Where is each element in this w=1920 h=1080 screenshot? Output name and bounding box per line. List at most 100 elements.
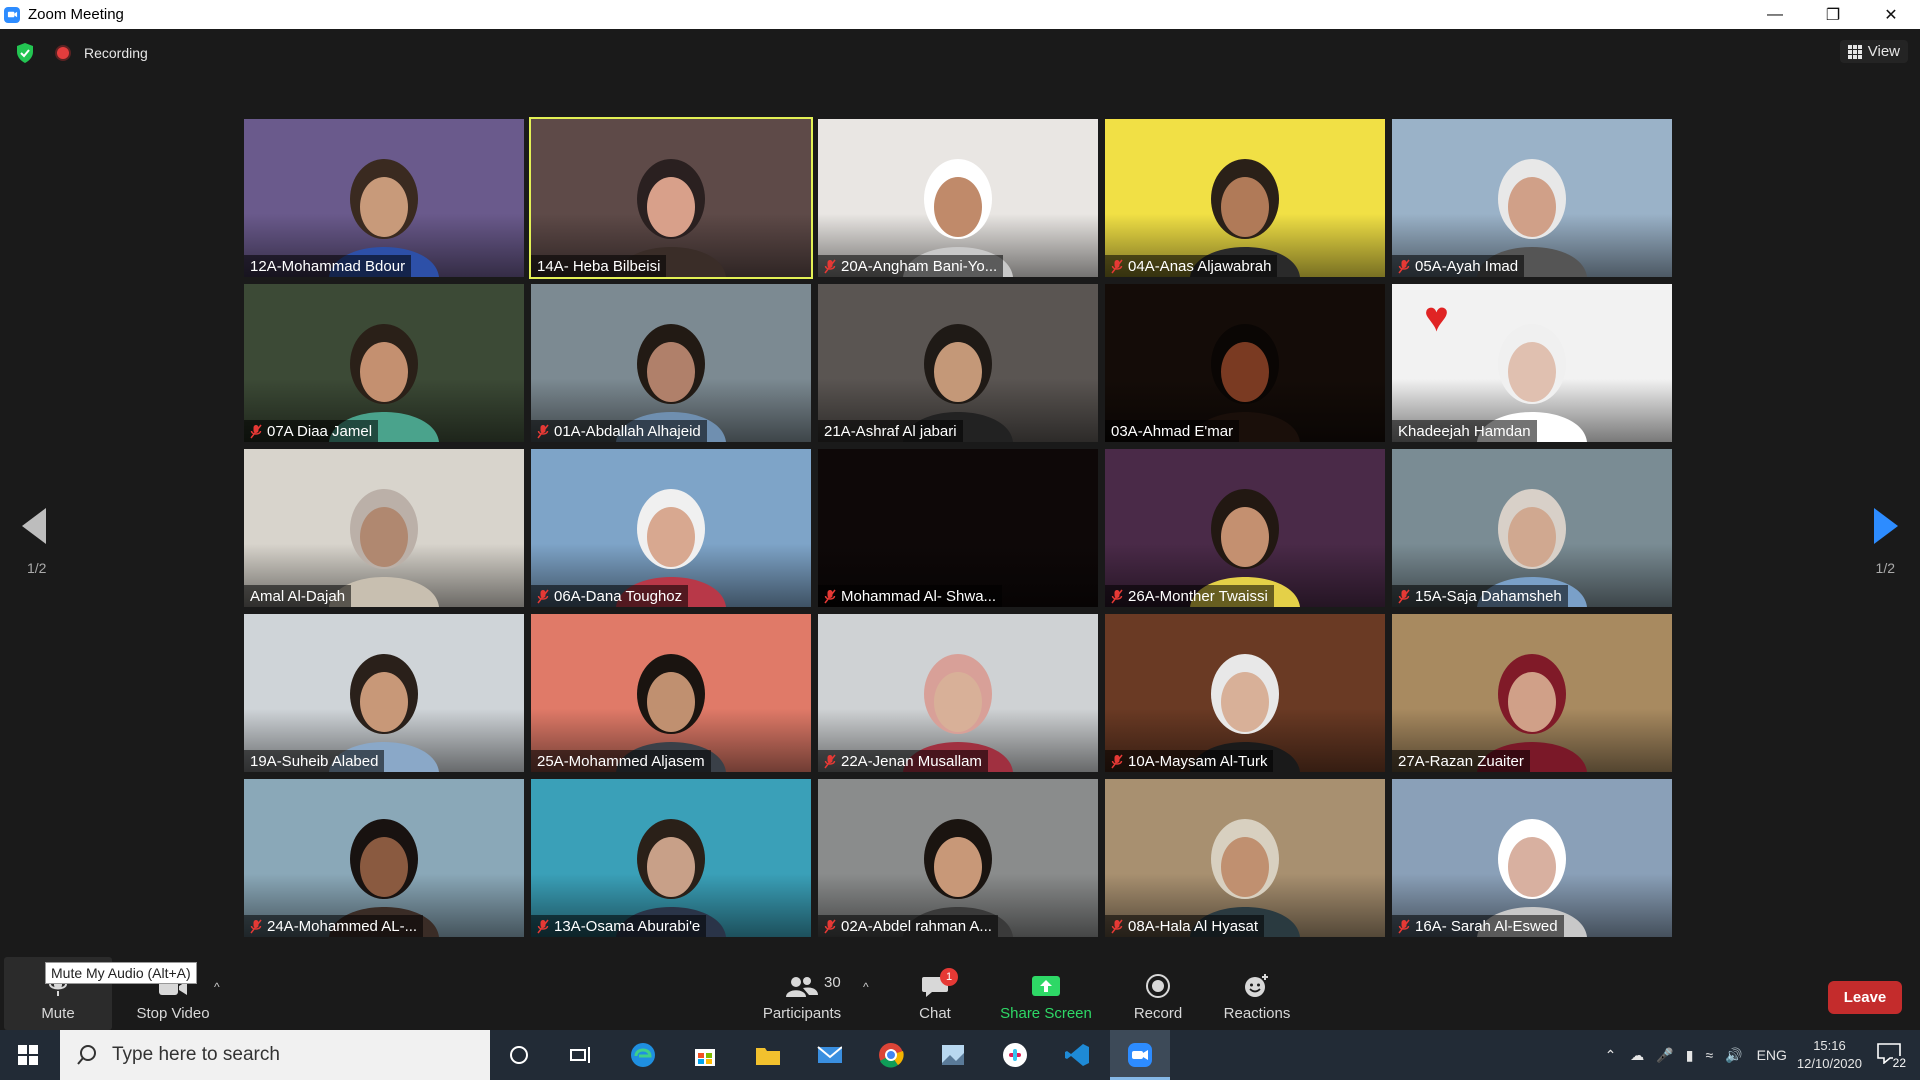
- muted-microphone-icon: [1111, 259, 1123, 274]
- participant-video-tile[interactable]: 21A-Ashraf Al jabari: [818, 284, 1098, 442]
- page-indicator-right: 1/2: [1875, 560, 1895, 576]
- record-button[interactable]: Record: [1122, 957, 1194, 1030]
- edge-browser-icon[interactable]: [630, 1042, 656, 1068]
- previous-page-arrow-icon[interactable]: [22, 508, 46, 544]
- muted-microphone-icon: [1111, 754, 1123, 769]
- participant-video-tile[interactable]: 19A-Suheib Alabed: [244, 614, 524, 772]
- participant-name: 26A-Monther Twaissi: [1128, 587, 1268, 605]
- video-background: [818, 449, 1098, 607]
- participant-name-bar: 27A-Razan Zuaiter: [1392, 750, 1530, 772]
- minimize-button[interactable]: —: [1746, 0, 1804, 29]
- participant-video-tile[interactable]: 01A-Abdallah Alhajeid: [531, 284, 811, 442]
- participant-video-tile[interactable]: 03A-Ahmad E'mar: [1105, 284, 1385, 442]
- vscode-icon[interactable]: [1064, 1042, 1090, 1068]
- input-language[interactable]: ENG: [1757, 1047, 1787, 1063]
- task-view-icon[interactable]: [568, 1042, 594, 1068]
- action-center-button[interactable]: 22: [1876, 1042, 1906, 1070]
- record-label: Record: [1133, 1005, 1183, 1022]
- reactions-smiley-icon: [1245, 974, 1268, 997]
- participant-name: 20A-Angham Bani-Yo...: [841, 257, 998, 275]
- participant-video-tile[interactable]: 24A-Mohammed AL-...: [244, 779, 524, 937]
- file-explorer-icon[interactable]: [754, 1042, 780, 1068]
- participant-name-bar: Amal Al-Dajah: [244, 585, 352, 607]
- participant-name: 01A-Abdallah Alhajeid: [554, 422, 701, 440]
- participant-video-tile[interactable]: 26A-Monther Twaissi: [1105, 449, 1385, 607]
- encryption-shield-icon[interactable]: [15, 42, 35, 64]
- notification-count: 22: [1892, 1056, 1906, 1070]
- participant-video-tile[interactable]: 05A-Ayah Imad: [1392, 119, 1672, 277]
- participant-video-tile[interactable]: Mohammad Al- Shwa...: [818, 449, 1098, 607]
- windows-start-icon[interactable]: [18, 1045, 38, 1065]
- chat-label: Chat: [919, 1005, 951, 1022]
- participant-video-tile[interactable]: 04A-Anas Aljawabrah: [1105, 119, 1385, 277]
- microphone-tray-icon[interactable]: 🎤: [1656, 1047, 1673, 1064]
- participant-video-tile[interactable]: Amal Al-Dajah: [244, 449, 524, 607]
- onedrive-cloud-icon[interactable]: ☁: [1630, 1047, 1644, 1064]
- window-title: Zoom Meeting: [28, 6, 124, 23]
- slack-icon[interactable]: [1002, 1042, 1028, 1068]
- participant-video-tile[interactable]: 20A-Angham Bani-Yo...: [818, 119, 1098, 277]
- participant-name-bar: 16A- Sarah Al-Eswed: [1392, 915, 1564, 937]
- share-screen-button[interactable]: Share Screen: [996, 957, 1096, 1030]
- participants-button[interactable]: Participants: [756, 957, 848, 1030]
- participant-video-tile[interactable]: 22A-Jenan Musallam: [818, 614, 1098, 772]
- taskbar-clock[interactable]: 15:16 12/10/2020: [1797, 1037, 1862, 1073]
- participant-video-tile[interactable]: 06A-Dana Toughoz: [531, 449, 811, 607]
- photos-app-icon[interactable]: [940, 1042, 966, 1068]
- participant-video-tile[interactable]: ♥ Khadeejah Hamdan: [1392, 284, 1672, 442]
- chat-button[interactable]: Chat: [904, 957, 966, 1030]
- participants-options-caret-icon[interactable]: ^: [863, 980, 869, 994]
- video-options-caret-icon[interactable]: ^: [214, 980, 220, 994]
- participant-video-tile[interactable]: 13A-Osama Aburabi'e: [531, 779, 811, 937]
- stop-video-label: Stop Video: [136, 1005, 210, 1022]
- participant-name: 05A-Ayah Imad: [1415, 257, 1519, 275]
- participant-name: 15A-Saja Dahamsheh: [1415, 587, 1562, 605]
- participant-video-tile[interactable]: 16A- Sarah Al-Eswed: [1392, 779, 1672, 937]
- participant-video-tile[interactable]: 08A-Hala Al Hyasat: [1105, 779, 1385, 937]
- reactions-button[interactable]: Reactions: [1217, 957, 1297, 1030]
- participant-name-bar: 15A-Saja Dahamsheh: [1392, 585, 1568, 607]
- recording-dot-icon: [57, 47, 69, 59]
- participant-name-bar: Khadeejah Hamdan: [1392, 420, 1537, 442]
- taskbar-search-box[interactable]: Type here to search: [60, 1030, 490, 1080]
- view-button[interactable]: View: [1839, 40, 1908, 63]
- recording-label: Recording: [84, 45, 148, 61]
- show-hidden-icons-chevron-icon[interactable]: ⌃: [1605, 1047, 1617, 1064]
- battery-icon[interactable]: ▮: [1686, 1047, 1694, 1064]
- participant-video-tile[interactable]: 10A-Maysam Al-Turk: [1105, 614, 1385, 772]
- participant-video-tile[interactable]: 14A- Heba Bilbeisi: [529, 117, 813, 279]
- cortana-icon[interactable]: [506, 1042, 532, 1068]
- participant-name: 21A-Ashraf Al jabari: [824, 422, 957, 440]
- mute-label: Mute: [41, 1005, 75, 1022]
- participant-name-bar: 10A-Maysam Al-Turk: [1105, 750, 1274, 772]
- system-tray: ⌃ ☁ 🎤 ▮ ≈ 🔊 ENG 15:16 12/10/2020 22: [1605, 1030, 1920, 1080]
- wifi-icon[interactable]: ≈: [1705, 1047, 1713, 1063]
- meeting-toolbar: Mute Stop Video ^ Participants ^ Chat Sh…: [0, 957, 1920, 1030]
- participant-name: 24A-Mohammed AL-...: [267, 917, 418, 935]
- participant-video-tile[interactable]: 27A-Razan Zuaiter: [1392, 614, 1672, 772]
- muted-microphone-icon: [824, 589, 836, 604]
- next-page-arrow-icon[interactable]: [1874, 508, 1898, 544]
- leave-button[interactable]: Leave: [1828, 981, 1902, 1014]
- volume-icon[interactable]: 🔊: [1725, 1047, 1742, 1064]
- restore-button[interactable]: ❐: [1804, 0, 1862, 29]
- participant-name: 16A- Sarah Al-Eswed: [1415, 917, 1558, 935]
- participant-name-bar: 04A-Anas Aljawabrah: [1105, 255, 1278, 277]
- muted-microphone-icon: [1398, 919, 1410, 934]
- store-icon[interactable]: [692, 1042, 718, 1068]
- participant-name-bar: 22A-Jenan Musallam: [818, 750, 988, 772]
- participant-video-tile[interactable]: 07A Diaa Jamel: [244, 284, 524, 442]
- participant-video-tile[interactable]: 25A-Mohammed Aljasem: [531, 614, 811, 772]
- video-gallery-grid: 12A-Mohammad Bdour 14A- Heba Bilbeisi 20A-…: [244, 117, 1672, 937]
- muted-microphone-icon: [1111, 589, 1123, 604]
- close-button[interactable]: ✕: [1862, 0, 1920, 29]
- chrome-icon[interactable]: [878, 1042, 904, 1068]
- participant-video-tile[interactable]: 12A-Mohammad Bdour: [244, 119, 524, 277]
- participant-video-tile[interactable]: 02A-Abdel rahman A...: [818, 779, 1098, 937]
- participant-video-tile[interactable]: 15A-Saja Dahamsheh: [1392, 449, 1672, 607]
- mail-icon[interactable]: [816, 1042, 842, 1068]
- participant-name: 07A Diaa Jamel: [267, 422, 373, 440]
- muted-microphone-icon: [824, 754, 836, 769]
- zoom-taskbar-icon[interactable]: [1127, 1042, 1153, 1068]
- participant-name: 22A-Jenan Musallam: [841, 752, 982, 770]
